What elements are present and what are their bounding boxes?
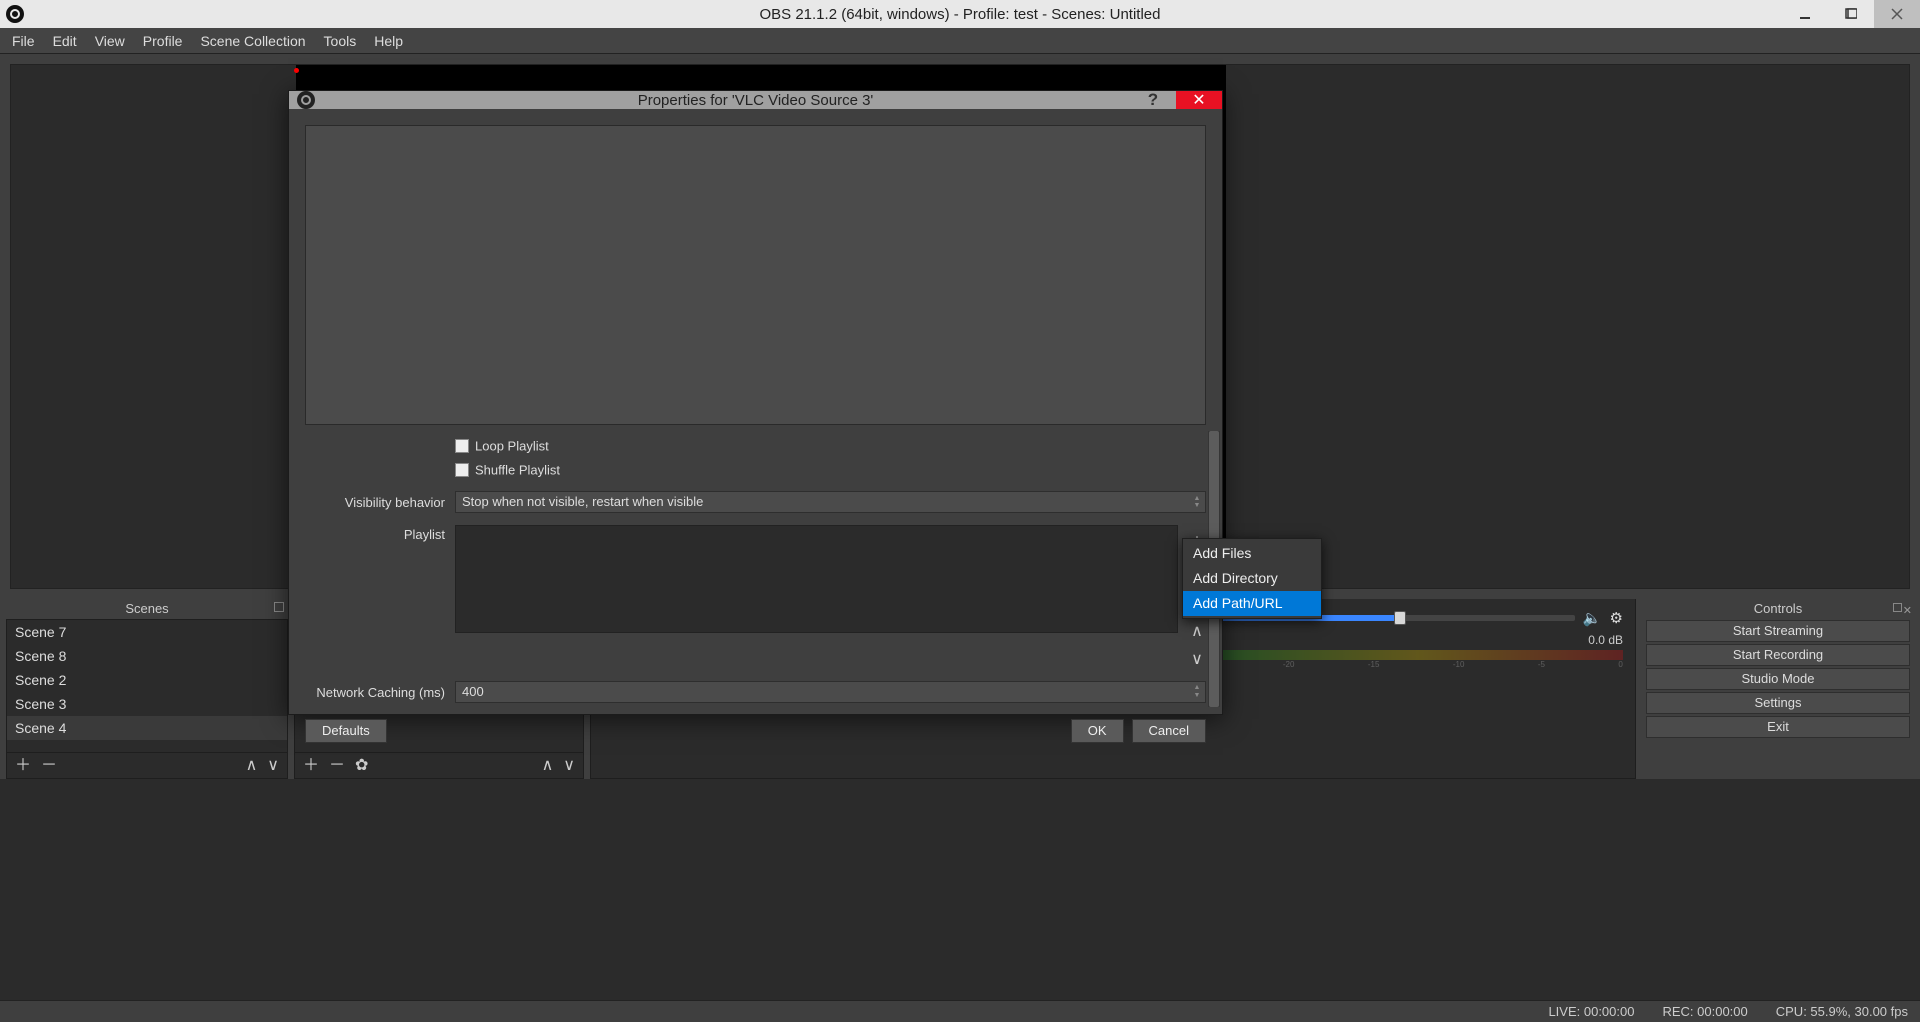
track-level: 0.0 dB <box>1588 633 1623 647</box>
close-dock-icon[interactable]: ✕ <box>1903 601 1912 621</box>
add-source-button[interactable]: ＋ <box>303 758 319 774</box>
scenes-header: Scenes <box>6 599 288 619</box>
menu-add-path-url[interactable]: Add Path/URL <box>1183 591 1321 616</box>
statusbar: LIVE: 00:00:00 REC: 00:00:00 CPU: 55.9%,… <box>0 1000 1920 1022</box>
scene-up-button[interactable]: ∧ <box>246 758 258 774</box>
scene-item[interactable]: Scene 4 <box>7 716 287 740</box>
popout-icon[interactable] <box>1893 603 1902 612</box>
menu-help[interactable]: Help <box>366 31 411 51</box>
source-properties-button[interactable]: ✿ <box>355 758 368 774</box>
visibility-select[interactable]: Stop when not visible, restart when visi… <box>455 491 1206 513</box>
popout-icon[interactable] <box>274 602 284 612</box>
dialog-title: Properties for 'VLC Video Source 3' <box>289 92 1222 109</box>
network-caching-label: Network Caching (ms) <box>305 685 445 700</box>
dialog-preview <box>305 125 1206 425</box>
controls-dock: Controls ✕ Start Streaming Start Recordi… <box>1642 599 1914 779</box>
cancel-button[interactable]: Cancel <box>1132 719 1206 743</box>
dialog-close-button[interactable]: ✕ <box>1176 91 1222 109</box>
spinner-icon[interactable]: ▲▼ <box>1191 684 1203 700</box>
add-scene-button[interactable]: ＋ <box>15 758 31 774</box>
status-rec: REC: 00:00:00 <box>1662 1004 1747 1019</box>
dropdown-spinner-icon[interactable]: ▲▼ <box>1191 494 1203 510</box>
shuffle-playlist-checkbox[interactable] <box>455 463 469 477</box>
mute-icon[interactable]: 🔈 <box>1583 609 1602 627</box>
track-settings-icon[interactable]: ⚙ <box>1610 609 1623 627</box>
network-caching-input[interactable]: 400 ▲▼ <box>455 681 1206 703</box>
menubar: File Edit View Profile Scene Collection … <box>0 28 1920 54</box>
start-streaming-button[interactable]: Start Streaming <box>1646 620 1910 642</box>
menu-view[interactable]: View <box>87 31 133 51</box>
scene-item[interactable]: Scene 7 <box>7 620 287 644</box>
menu-scene-collection[interactable]: Scene Collection <box>192 31 313 51</box>
settings-button[interactable]: Settings <box>1646 692 1910 714</box>
playlist-label: Playlist <box>305 525 445 542</box>
playlist-down-button[interactable]: ∨ <box>1191 649 1203 669</box>
menu-profile[interactable]: Profile <box>135 31 191 51</box>
scenes-dock: Scenes Scene 7 Scene 8 Scene 2 Scene 3 S… <box>6 599 288 779</box>
menu-add-files[interactable]: Add Files <box>1183 541 1321 566</box>
scene-item[interactable]: Scene 3 <box>7 692 287 716</box>
loop-playlist-label: Loop Playlist <box>475 438 549 453</box>
menu-edit[interactable]: Edit <box>45 31 85 51</box>
playlist-listbox[interactable] <box>455 525 1178 633</box>
source-handle-icon[interactable] <box>294 68 299 73</box>
start-recording-button[interactable]: Start Recording <box>1646 644 1910 666</box>
menu-file[interactable]: File <box>4 31 43 51</box>
status-live: LIVE: 00:00:00 <box>1548 1004 1634 1019</box>
playlist-up-button[interactable]: ∧ <box>1191 621 1203 641</box>
defaults-button[interactable]: Defaults <box>305 719 387 743</box>
dialog-help-button[interactable]: ? <box>1130 91 1176 109</box>
playlist-add-context-menu: Add Files Add Directory Add Path/URL <box>1182 538 1322 619</box>
exit-button[interactable]: Exit <box>1646 716 1910 738</box>
scene-down-button[interactable]: ∨ <box>267 758 279 774</box>
status-cpu: CPU: 55.9%, 30.00 fps <box>1776 1004 1908 1019</box>
source-down-button[interactable]: ∨ <box>563 758 575 774</box>
remove-scene-button[interactable]: － <box>41 758 57 774</box>
scene-item[interactable]: Scene 8 <box>7 644 287 668</box>
studio-mode-button[interactable]: Studio Mode <box>1646 668 1910 690</box>
loop-playlist-checkbox[interactable] <box>455 439 469 453</box>
remove-source-button[interactable]: － <box>329 758 345 774</box>
source-up-button[interactable]: ∧ <box>542 758 554 774</box>
main-titlebar: OBS 21.1.2 (64bit, windows) - Profile: t… <box>0 0 1920 28</box>
ok-button[interactable]: OK <box>1071 719 1124 743</box>
visibility-label: Visibility behavior <box>305 495 445 510</box>
scene-item[interactable]: Scene 2 <box>7 668 287 692</box>
scenes-list[interactable]: Scene 7 Scene 8 Scene 2 Scene 3 Scene 4 <box>7 620 287 752</box>
shuffle-playlist-label: Shuffle Playlist <box>475 462 560 477</box>
properties-dialog: Properties for 'VLC Video Source 3' ? ✕ … <box>288 90 1223 715</box>
controls-header: Controls ✕ <box>1642 599 1914 619</box>
window-title: OBS 21.1.2 (64bit, windows) - Profile: t… <box>0 6 1920 23</box>
menu-add-directory[interactable]: Add Directory <box>1183 566 1321 591</box>
dialog-titlebar[interactable]: Properties for 'VLC Video Source 3' ? ✕ <box>289 91 1222 109</box>
menu-tools[interactable]: Tools <box>316 31 365 51</box>
